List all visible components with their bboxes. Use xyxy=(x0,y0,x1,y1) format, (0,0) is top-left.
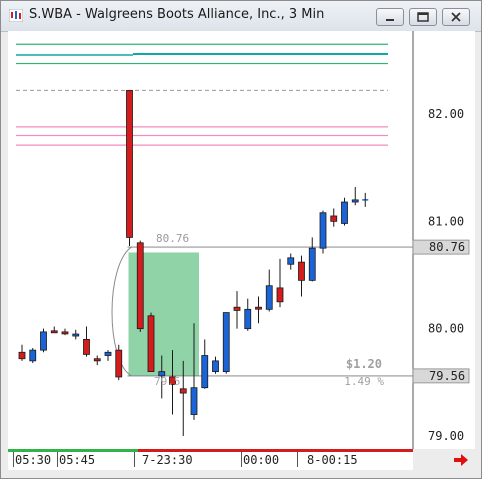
time-separator xyxy=(297,452,298,467)
price-tick-79: 79.00 xyxy=(428,429,464,443)
candle-body xyxy=(104,351,112,356)
price-tick-82: 82.00 xyxy=(428,107,464,121)
candle-body xyxy=(61,331,69,335)
annotation-change-percent: 1.49 % xyxy=(344,375,384,388)
candle-body xyxy=(233,306,241,311)
candle-body xyxy=(50,330,58,334)
candle-body xyxy=(319,212,327,249)
candle-body xyxy=(83,338,90,355)
candle-body xyxy=(276,287,284,303)
chart-plot-area[interactable]: 80.76 $1.20 1.49 % 79.5 82.00 81.00 80.0… xyxy=(8,31,475,449)
time-separator xyxy=(134,452,135,467)
candle-body xyxy=(115,349,123,378)
window-title: S.WBA - Walgreens Boots Alliance, Inc., … xyxy=(29,7,325,22)
price-tag-upper-text: 80.76 xyxy=(429,240,465,254)
candle-body xyxy=(72,333,80,337)
candle xyxy=(222,312,230,374)
candle-body xyxy=(308,247,316,281)
candle-body xyxy=(255,306,262,310)
candle-body xyxy=(351,199,359,203)
candle-body xyxy=(298,261,305,281)
title-bar[interactable]: S.WBA - Walgreens Boots Alliance, Inc., … xyxy=(1,1,481,32)
price-tick-81: 81.00 xyxy=(428,214,464,228)
candle-body xyxy=(222,312,230,373)
candle-body xyxy=(330,215,338,222)
restore-button[interactable] xyxy=(409,8,437,26)
chart-window: S.WBA - Walgreens Boots Alliance, Inc., … xyxy=(0,0,482,479)
candle xyxy=(341,197,348,226)
candle xyxy=(115,344,123,381)
price-tick-80: 80.00 xyxy=(428,322,464,336)
minimize-button[interactable] xyxy=(376,8,404,26)
annotation-partial-label: 79.5 xyxy=(154,375,181,388)
price-axis[interactable]: 82.00 81.00 80.00 79.00 80.76 79.56 xyxy=(412,107,470,443)
candlestick-chart[interactable]: 80.76 $1.20 1.49 % 79.5 82.00 81.00 80.0… xyxy=(8,31,475,449)
candle-body xyxy=(212,360,219,373)
candle-body xyxy=(18,351,26,360)
candle-body xyxy=(126,89,133,238)
candle-body xyxy=(244,308,252,330)
annotation-change-amount: $1.20 xyxy=(346,357,382,371)
candle xyxy=(29,347,37,364)
time-label-0000: 00:00 xyxy=(243,453,280,467)
chart-app-icon xyxy=(9,9,23,22)
candle-body xyxy=(341,201,348,224)
candle xyxy=(136,240,144,332)
candle-body xyxy=(265,285,273,310)
candle-body xyxy=(190,387,198,415)
scroll-right-arrow-icon[interactable] xyxy=(453,452,469,468)
candle-body xyxy=(201,355,209,389)
time-label-7-2330: 7-23:30 xyxy=(142,453,193,467)
restore-icon xyxy=(417,12,429,22)
time-separator xyxy=(241,452,242,467)
time-axis[interactable]: 05:30 05:45 7-23:30 00:00 8-00:15 xyxy=(8,452,413,470)
candle xyxy=(126,89,133,247)
time-label-0530: 05:30 xyxy=(15,453,52,467)
candle-body xyxy=(93,358,101,362)
time-label-8-0015: 8-00:15 xyxy=(307,453,358,467)
price-tag-lower-text: 79.56 xyxy=(429,369,465,383)
candle-body xyxy=(287,257,295,265)
candle xyxy=(147,312,155,372)
close-icon xyxy=(451,12,461,22)
candle-body xyxy=(147,315,155,372)
candle xyxy=(40,328,47,353)
candle-body xyxy=(179,388,187,394)
candle-body xyxy=(40,331,47,351)
candle-body xyxy=(136,242,144,330)
minimize-icon xyxy=(386,19,394,21)
time-label-0545: 05:45 xyxy=(59,453,96,467)
annotation-level-label: 80.76 xyxy=(156,232,189,245)
time-separator xyxy=(13,452,14,467)
time-separator xyxy=(57,452,58,467)
close-button[interactable] xyxy=(442,8,470,26)
candle-body xyxy=(29,349,37,362)
candle xyxy=(319,210,327,254)
